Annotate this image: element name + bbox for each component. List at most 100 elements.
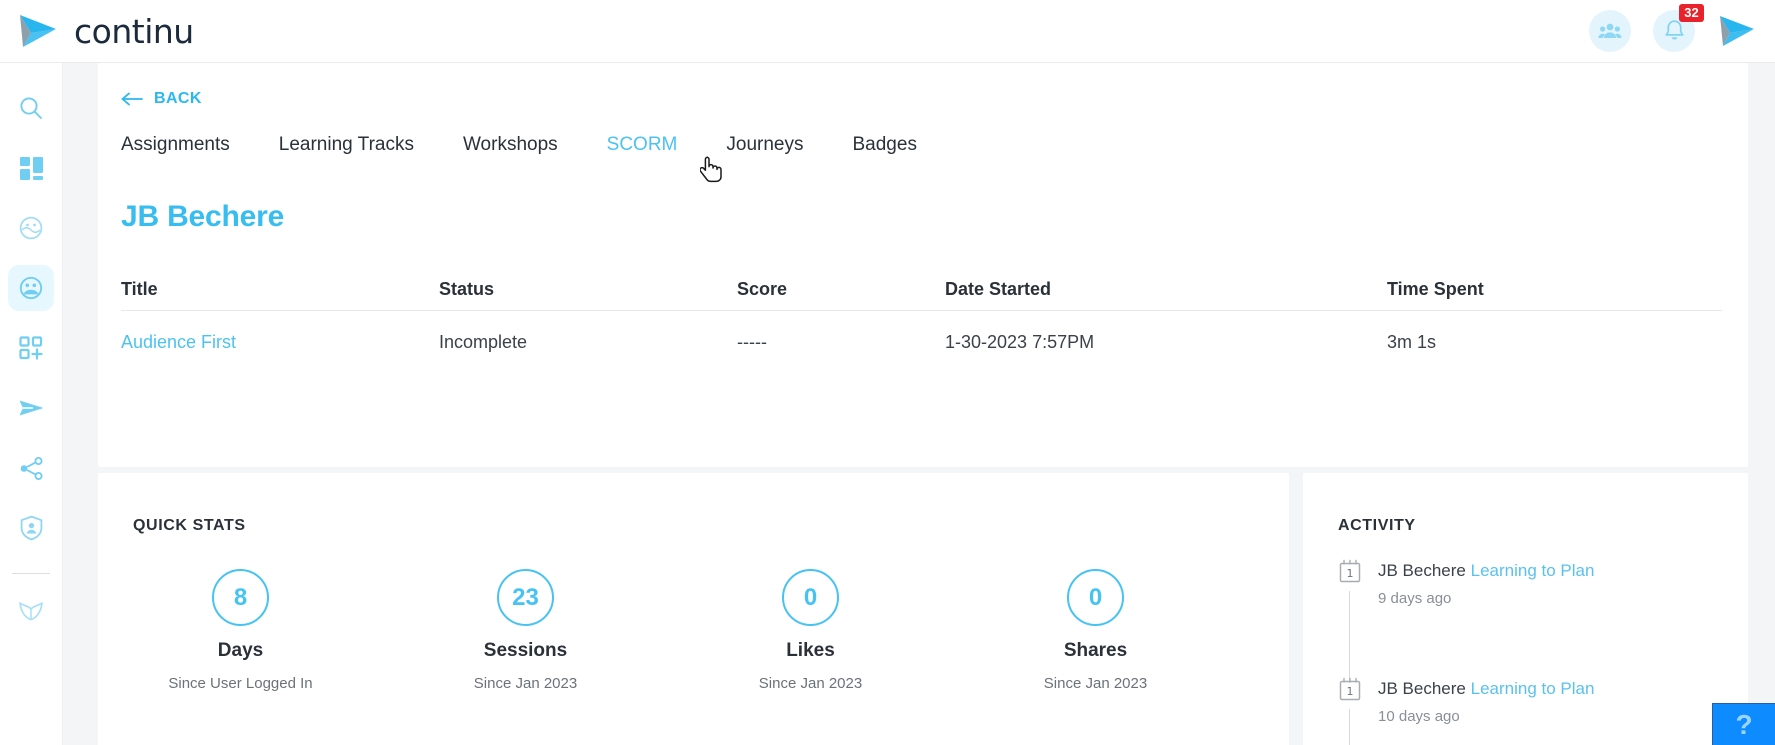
column-header-status: Status [439, 278, 495, 299]
arrow-left-icon [121, 92, 143, 106]
header-actions: 32 [1589, 4, 1775, 52]
bell-icon [1664, 19, 1684, 40]
sidebar-item-search[interactable] [8, 85, 54, 131]
grid-plus-icon [18, 335, 43, 360]
app-root: continu 32 BACK Assignments Learning Tra… [0, 0, 1775, 745]
continu-arrow-logo-icon [20, 15, 56, 47]
search-icon [20, 97, 42, 119]
svg-text:1: 1 [1347, 685, 1354, 698]
stat-days: 8 Days Since User Logged In [98, 569, 383, 692]
activity-card: ACTIVITY 1 JB Bechere Learning to Plan 9… [1303, 473, 1748, 745]
sidebar-item-admin[interactable] [8, 505, 54, 551]
people-group-button[interactable] [1589, 10, 1631, 52]
stat-shares: 0 Shares Since Jan 2023 [953, 569, 1238, 692]
flower-icon [19, 602, 43, 621]
cell-title[interactable]: Audience First [121, 332, 439, 353]
stat-likes-sub: Since Jan 2023 [758, 675, 863, 692]
compass-icon [19, 216, 43, 240]
stat-shares-label: Shares [1063, 640, 1128, 661]
main-content: BACK Assignments Learning Tracks Worksho… [98, 63, 1775, 745]
scorm-table: Title Status Score Date Started Time Spe… [98, 268, 1748, 373]
activity-body: JB Bechere Learning to Plan 9 days ago [1378, 559, 1594, 677]
list-item[interactable]: 1 JB Bechere Learning to Plan 10 days ag… [1338, 677, 1748, 745]
activity-text: JB Bechere Learning to Plan [1378, 677, 1594, 699]
sidebar-item-explore[interactable] [8, 205, 54, 251]
activity-body: JB Bechere Learning to Plan 10 days ago [1378, 677, 1594, 745]
activity-target-link[interactable]: Learning to Plan [1471, 679, 1595, 698]
activity-target-link[interactable]: Learning to Plan [1471, 561, 1595, 580]
activity-actor: JB Bechere [1378, 679, 1466, 698]
sidebar-item-dashboard[interactable] [8, 145, 54, 191]
svg-text:1: 1 [1347, 567, 1354, 580]
stat-sessions-sub: Since Jan 2023 [473, 675, 578, 692]
dashboard-grid-icon [19, 156, 43, 180]
activity-timeline-line [1349, 709, 1350, 745]
stat-days-label: Days [217, 640, 264, 661]
notifications-button[interactable]: 32 [1653, 4, 1704, 52]
activity-actor: JB Bechere [1378, 561, 1466, 580]
table-header-row: Title Status Score Date Started Time Spe… [121, 268, 1722, 311]
share-nodes-icon [20, 456, 42, 480]
cell-time-spent: 3m 1s [1387, 331, 1437, 352]
stat-sessions-label: Sessions [483, 640, 568, 661]
column-header-title: Title [121, 278, 158, 299]
calendar-icon: 1 [1339, 677, 1361, 701]
cell-date-started: 1-30-2023 7:57PM [945, 331, 1095, 352]
back-button[interactable]: BACK [98, 63, 1748, 108]
activity-timestamp: 9 days ago [1378, 590, 1452, 607]
sidebar-item-content[interactable] [8, 325, 54, 371]
stat-shares-sub: Since Jan 2023 [1043, 675, 1148, 692]
people-chat-icon [19, 276, 43, 300]
tab-badges[interactable]: Badges [853, 134, 917, 156]
tab-workshops[interactable]: Workshops [463, 134, 558, 156]
stat-days-sub: Since User Logged In [168, 675, 313, 692]
sidebar-item-send[interactable] [8, 385, 54, 431]
sidebar-divider [12, 573, 50, 574]
table-row: Audience First Incomplete ----- 1-30-202… [121, 311, 1722, 373]
left-sidebar [0, 63, 63, 745]
brand[interactable]: continu [0, 11, 194, 51]
stat-shares-value: 0 [1067, 569, 1124, 626]
shield-user-icon [20, 515, 42, 541]
quick-stats-title: QUICK STATS [133, 517, 246, 534]
notifications-badge: 32 [1679, 4, 1704, 22]
help-button[interactable]: ? [1712, 703, 1775, 745]
scorm-detail-card: BACK Assignments Learning Tracks Worksho… [98, 63, 1748, 467]
content-type-tabs: Assignments Learning Tracks Workshops SC… [98, 108, 1748, 156]
column-header-score: Score [737, 278, 788, 299]
column-header-date-started: Date Started [945, 278, 1052, 299]
activity-icon-wrap: 1 [1338, 559, 1362, 683]
activity-list: 1 JB Bechere Learning to Plan 9 days ago [1303, 535, 1748, 745]
column-header-time-spent: Time Spent [1387, 278, 1484, 299]
content-gutter [63, 63, 98, 745]
tab-learning-tracks[interactable]: Learning Tracks [279, 134, 414, 156]
people-group-icon [1598, 23, 1622, 38]
continu-arrow-icon[interactable] [1717, 13, 1757, 49]
sidebar-item-partner[interactable] [8, 588, 54, 634]
stat-sessions: 23 Sessions Since Jan 2023 [383, 569, 668, 692]
tab-scorm[interactable]: SCORM [607, 134, 678, 156]
page-title: JB Bechere [121, 200, 285, 233]
stat-likes-label: Likes [786, 640, 835, 661]
back-label: BACK [154, 90, 202, 107]
tab-journeys[interactable]: Journeys [726, 134, 803, 156]
stat-days-value: 8 [212, 569, 269, 626]
sidebar-item-people[interactable] [8, 265, 54, 311]
activity-timestamp: 10 days ago [1378, 708, 1460, 725]
stat-likes: 0 Likes Since Jan 2023 [668, 569, 953, 692]
quick-stats-row: 8 Days Since User Logged In 23 Sessions … [98, 535, 1289, 692]
tab-assignments[interactable]: Assignments [121, 134, 230, 156]
stat-likes-value: 0 [782, 569, 839, 626]
activity-timeline-line [1349, 591, 1350, 683]
quick-stats-card: QUICK STATS 8 Days Since User Logged In … [98, 473, 1289, 745]
activity-text: JB Bechere Learning to Plan [1378, 559, 1594, 581]
cell-status: Incomplete [439, 331, 528, 352]
list-item[interactable]: 1 JB Bechere Learning to Plan 9 days ago [1338, 559, 1748, 683]
sidebar-item-share[interactable] [8, 445, 54, 491]
stat-sessions-value: 23 [497, 569, 554, 626]
bottom-panels: QUICK STATS 8 Days Since User Logged In … [98, 473, 1748, 745]
activity-icon-wrap: 1 [1338, 677, 1362, 745]
cell-score: ----- [737, 331, 767, 352]
brand-name: continu [74, 11, 194, 51]
paper-plane-icon [19, 400, 43, 416]
